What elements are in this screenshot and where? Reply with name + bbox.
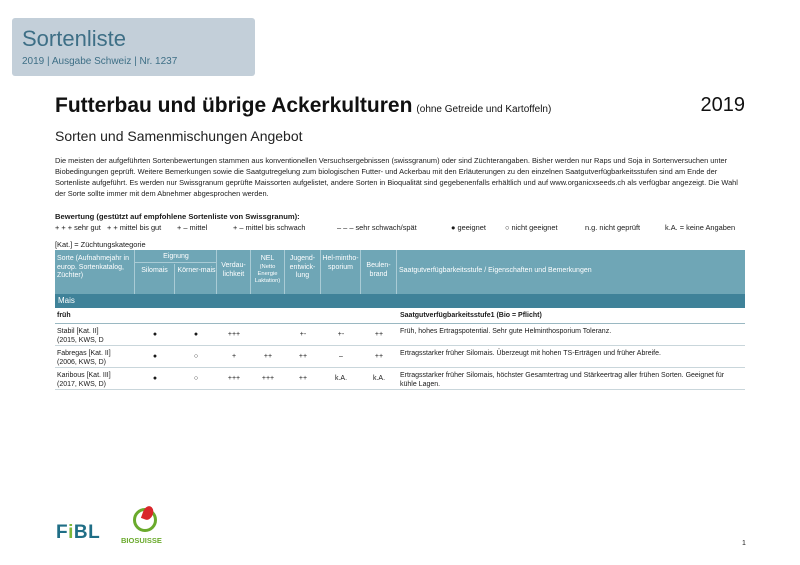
biosuisse-text: BIOSUISSE	[121, 536, 162, 545]
category-note: [Kat.] = Züchtungskategorie	[55, 240, 146, 249]
cell-verdaulichkeit: +++	[227, 331, 241, 338]
fibl-logo: FiBL	[56, 522, 100, 544]
variety-title: Fabregas [Kat. II]	[57, 350, 111, 357]
cell-verdaulichkeit: +++	[227, 375, 241, 382]
legend-item: + – mittel	[177, 223, 208, 232]
header-title: Sortenliste	[22, 26, 126, 51]
biosuisse-logo: BIOSUISSE	[121, 504, 169, 550]
legend-item: ● geeignet	[451, 223, 486, 232]
page-title: Futterbau und übrige Ackerkulturen (ohne …	[55, 94, 551, 118]
legend-row: + + + sehr gut + + mittel bis gut + – mi…	[55, 223, 745, 233]
page-subtitle: Sorten und Samenmischungen Angebot	[55, 128, 303, 144]
cell-note: Früh, hohes Ertragspotential. Sehr gute …	[400, 328, 612, 335]
cell-nel: +++	[261, 375, 275, 382]
cell-jugend: ++	[298, 353, 308, 360]
header-eignung: Eignung	[135, 250, 217, 263]
legend-item: + – mittel bis schwach	[233, 223, 306, 232]
group-name: früh	[57, 312, 71, 319]
header-jugend: Jugend-entwick-lung	[285, 250, 321, 294]
page-title-suffix: (ohne Getreide und Kartoffeln)	[416, 104, 552, 115]
cell-silomais: ●	[152, 375, 158, 382]
cell-silomais: ●	[152, 331, 158, 338]
page-number: 1	[742, 540, 746, 547]
legend-item: – – – sehr schwach/spät	[337, 223, 417, 232]
cell-nel: ++	[263, 353, 273, 360]
legend-item: k.A. = keine Angaben	[665, 223, 736, 232]
cell-beulenbrand: ++	[374, 353, 384, 360]
page-title-text: Futterbau und übrige Ackerkulturen	[55, 94, 413, 117]
variety-origin: (2017, KWS, D)	[57, 381, 107, 388]
cell-note: Ertragsstarker früher Silomais, höchster…	[400, 372, 725, 388]
variety-origin: (2015, KWS, D	[57, 337, 104, 344]
group-stufe: Saatgutverfügbarkeitsstufe1 (Bio = Pflic…	[400, 312, 542, 319]
header-beulenbrand: Beulen-brand	[361, 250, 397, 294]
legend-item: + + mittel bis gut	[107, 223, 162, 232]
variety-origin: (2006, KWS, D)	[57, 359, 107, 366]
intro-paragraph: Die meisten der aufgeführten Sortenbewer…	[55, 156, 738, 198]
cell-note: Ertragsstarker früher Silomais. Überzeug…	[400, 350, 661, 357]
table-row: Karibous [Kat. III] (2017, KWS, D) ● ○ +…	[55, 368, 745, 390]
fibl-logo-bl: BL	[73, 522, 101, 543]
header-subtitle: 2019 | Ausgabe Schweiz | Nr. 1237	[22, 56, 178, 67]
variety-name: Karibous [Kat. III] (2017, KWS, D)	[57, 371, 133, 389]
header-eignung-group: Eignung Silomais Körner-mais	[135, 250, 217, 294]
section-mais: Mais	[55, 294, 745, 308]
cell-helminthosporium: +-	[337, 331, 345, 338]
cell-beulenbrand: k.A.	[372, 375, 386, 382]
table-row: Fabregas [Kat. II] (2006, KWS, D) ● ○ + …	[55, 346, 745, 368]
group-row-frueh: früh Saatgutverfügbarkeitsstufe1 (Bio = …	[55, 308, 745, 324]
cell-silomais: ●	[152, 353, 158, 360]
table-row: Stabil [Kat. II] (2015, KWS, D ● ● +++ +…	[55, 324, 745, 346]
legend-item: n.g. nicht geprüft	[585, 223, 641, 232]
variety-name: Fabregas [Kat. II] (2006, KWS, D)	[57, 349, 133, 367]
legend-item: + + + sehr gut	[55, 223, 101, 232]
cell-koernermais: ○	[193, 375, 199, 382]
year-label: 2019	[700, 94, 746, 116]
variety-title: Stabil [Kat. II]	[57, 328, 99, 335]
variety-name: Stabil [Kat. II] (2015, KWS, D	[57, 327, 133, 345]
header-silomais: Silomais	[135, 264, 175, 294]
cell-jugend: +-	[299, 331, 307, 338]
cell-jugend: ++	[298, 375, 308, 382]
header-box: Sortenliste 2019 | Ausgabe Schweiz | Nr.…	[12, 18, 255, 76]
cell-koernermais: ●	[193, 331, 199, 338]
header-verdaulichkeit: Verdau-lichkeit	[217, 250, 251, 294]
header-stufe: Saatgutverfügbarkeitsstufe / Eigenschaft…	[399, 267, 592, 274]
variety-title: Karibous [Kat. III]	[57, 372, 111, 379]
legend-item: ○ nicht geeignet	[505, 223, 558, 232]
cell-verdaulichkeit: +	[231, 353, 237, 360]
header-sorte: Sorte (Aufnahmejahr in europ. Sortenkata…	[55, 250, 135, 294]
header-koernermais: Körner-mais	[177, 267, 216, 274]
variety-table: Sorte (Aufnahmejahr in europ. Sortenkata…	[55, 250, 745, 390]
cell-koernermais: ○	[193, 353, 199, 360]
header-nel-sub: (Netto Energie Laktation)	[254, 263, 281, 284]
legend-title: Bewertung (gestützt auf empfohlene Sorte…	[55, 212, 300, 221]
header-helminthosporium: Hel-mintho-sporium	[321, 250, 361, 294]
cell-helminthosporium: k.A.	[334, 375, 348, 382]
fibl-logo-f: F	[56, 522, 69, 543]
header-nel: NEL	[260, 255, 275, 262]
header-nel-group: NEL (Netto Energie Laktation)	[251, 250, 285, 294]
cell-helminthosporium: –	[339, 353, 343, 360]
cell-beulenbrand: ++	[374, 331, 384, 338]
table-header: Sorte (Aufnahmejahr in europ. Sortenkata…	[55, 250, 745, 294]
